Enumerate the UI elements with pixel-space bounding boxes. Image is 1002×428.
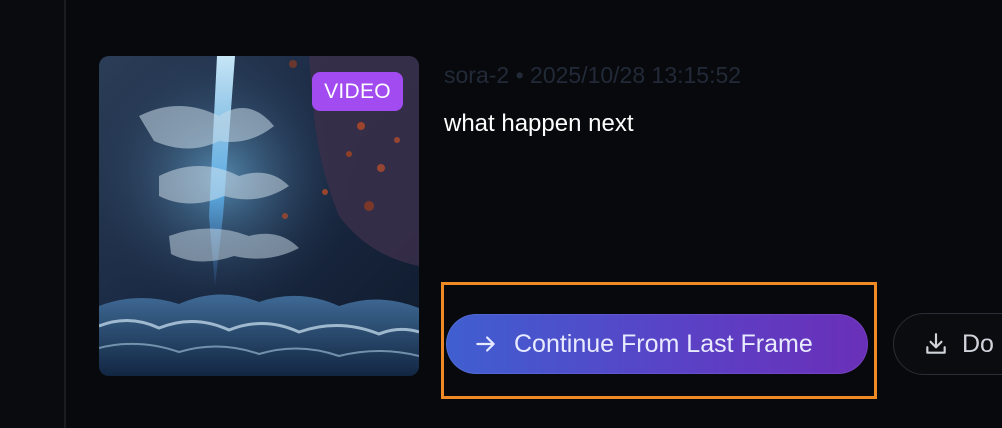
download-button[interactable]: Do <box>893 313 1002 375</box>
download-icon <box>922 330 950 358</box>
continue-from-last-frame-button[interactable]: Continue From Last Frame <box>446 314 868 374</box>
arrow-right-icon <box>472 330 500 358</box>
sidebar-divider <box>64 0 66 428</box>
sidebar-rail <box>0 0 64 428</box>
continue-button-label: Continue From Last Frame <box>514 329 813 358</box>
download-button-label: Do <box>962 329 994 358</box>
prompt-text: what happen next <box>444 110 634 137</box>
video-badge: VIDEO <box>312 72 403 111</box>
model-timestamp: sora-2 • 2025/10/28 13:15:52 <box>444 62 742 88</box>
page: VIDEO sora-2 • 2025/10/28 13:15:52 what … <box>0 0 1002 428</box>
